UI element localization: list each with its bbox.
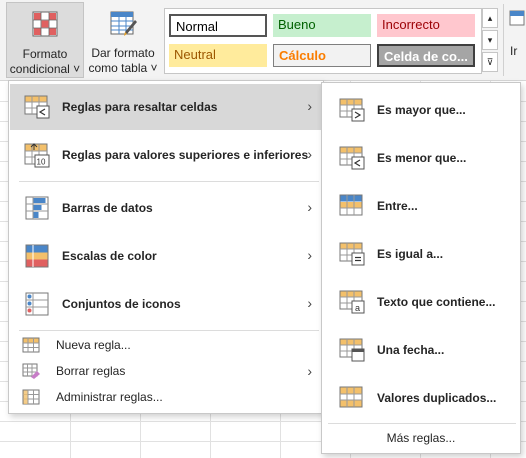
menu-item-label: Reglas para valores superiores e inferio… bbox=[62, 148, 309, 162]
date-occurring-icon bbox=[339, 338, 365, 362]
greater-than-icon bbox=[339, 98, 365, 122]
submenu-item-text-contains[interactable]: a Texto que contiene... bbox=[323, 279, 519, 325]
menu-item-top-bottom-rules[interactable]: 10 Reglas para valores superiores e infe… bbox=[10, 132, 322, 178]
submenu-item-duplicate-values[interactable]: Valores duplicados... bbox=[323, 375, 519, 421]
styles-scroll-up-button[interactable]: ▴ bbox=[482, 8, 498, 28]
style-celda-de-comprobacion[interactable]: Celda de co... bbox=[377, 44, 475, 67]
format-as-table-button[interactable]: Dar formato como tabla ˅ bbox=[86, 2, 160, 78]
top-bottom-rules-icon: 10 bbox=[24, 143, 50, 168]
submenu-arrow-icon: › bbox=[307, 363, 312, 379]
highlight-cells-rules-icon bbox=[24, 95, 50, 119]
menu-item-label: Escalas de color bbox=[62, 249, 157, 263]
menu-item-clear-rules[interactable]: Borrar reglas › bbox=[10, 359, 322, 383]
style-calculo[interactable]: Cálculo bbox=[273, 44, 371, 67]
highlight-cells-submenu: Es mayor que... Es menor que... Entre... bbox=[321, 82, 521, 454]
format-as-table-label-1: Dar formato bbox=[91, 46, 155, 60]
submenu-item-label: Texto que contiene... bbox=[377, 295, 496, 309]
duplicate-values-icon bbox=[339, 386, 363, 408]
submenu-item-label: Valores duplicados... bbox=[377, 391, 497, 405]
menu-separator bbox=[328, 423, 516, 424]
format-as-table-label-2: como tabla ˅ bbox=[88, 61, 158, 75]
between-icon bbox=[339, 194, 363, 216]
submenu-arrow-icon: › bbox=[307, 247, 312, 263]
data-bars-icon bbox=[25, 196, 49, 220]
conditional-format-menu: Reglas para resaltar celdas › 10 Reglas … bbox=[8, 80, 324, 414]
format-as-table-icon bbox=[110, 11, 137, 36]
svg-text:10: 10 bbox=[37, 158, 46, 167]
submenu-item-label: Una fecha... bbox=[377, 343, 445, 357]
submenu-item-label: Es menor que... bbox=[377, 151, 467, 165]
color-scales-icon bbox=[25, 244, 49, 268]
submenu-arrow-icon: › bbox=[307, 199, 312, 215]
submenu-item-greater-than[interactable]: Es mayor que... bbox=[323, 87, 519, 133]
menu-item-highlight-cells-rules[interactable]: Reglas para resaltar celdas › bbox=[10, 84, 322, 130]
insert-cells-icon bbox=[509, 10, 525, 26]
submenu-item-date-occurring[interactable]: Una fecha... bbox=[323, 327, 519, 373]
cell-styles-gallery: Normal Bueno Incorrecto Neutral Cálculo … bbox=[164, 8, 482, 74]
clear-rules-icon bbox=[22, 363, 40, 379]
more-rules-link[interactable]: Más reglas... bbox=[322, 431, 520, 445]
next-group-label: Ir bbox=[510, 44, 518, 58]
less-than-icon bbox=[339, 146, 365, 170]
menu-item-label: Administrar reglas... bbox=[56, 390, 163, 404]
menu-item-color-scales[interactable]: Escalas de color › bbox=[10, 233, 322, 279]
conditional-format-label-2: condicional ˅ bbox=[9, 62, 81, 76]
conditional-format-icon bbox=[32, 11, 58, 37]
submenu-item-label: Es igual a... bbox=[377, 247, 444, 261]
svg-text:a: a bbox=[355, 303, 360, 313]
style-incorrecto[interactable]: Incorrecto bbox=[377, 14, 475, 37]
ribbon: Formato condicional ˅ Dar formato como t… bbox=[0, 0, 526, 81]
menu-separator bbox=[19, 181, 319, 182]
styles-scroll: ▴ ▾ ⊽ bbox=[482, 8, 498, 72]
submenu-arrow-icon: › bbox=[307, 146, 312, 162]
menu-item-label: Nueva regla... bbox=[56, 338, 131, 352]
menu-item-label: Reglas para resaltar celdas bbox=[62, 100, 218, 114]
submenu-item-label: Entre... bbox=[377, 199, 418, 213]
submenu-arrow-icon: › bbox=[307, 295, 312, 311]
menu-item-manage-rules[interactable]: Administrar reglas... bbox=[10, 385, 322, 409]
equal-to-icon bbox=[339, 242, 365, 266]
submenu-arrow-icon: › bbox=[307, 98, 312, 114]
menu-item-label: Conjuntos de iconos bbox=[62, 297, 181, 311]
submenu-item-label: Es mayor que... bbox=[377, 103, 466, 117]
text-contains-icon: a bbox=[339, 290, 365, 314]
manage-rules-icon bbox=[22, 389, 40, 405]
menu-item-new-rule[interactable]: Nueva regla... bbox=[10, 333, 322, 357]
submenu-item-equal-to[interactable]: Es igual a... bbox=[323, 231, 519, 277]
style-neutral[interactable]: Neutral bbox=[169, 44, 267, 67]
new-rule-icon bbox=[22, 337, 40, 353]
styles-more-button[interactable]: ⊽ bbox=[482, 52, 498, 72]
menu-item-icon-sets[interactable]: Conjuntos de iconos › bbox=[10, 281, 322, 327]
conditional-format-button[interactable]: Formato condicional ˅ bbox=[6, 2, 84, 78]
menu-item-label: Barras de datos bbox=[62, 201, 153, 215]
style-normal[interactable]: Normal bbox=[169, 14, 267, 37]
menu-item-data-bars[interactable]: Barras de datos › bbox=[10, 185, 322, 231]
icon-sets-icon bbox=[25, 292, 49, 316]
next-group-button[interactable]: Ir bbox=[503, 4, 525, 76]
submenu-item-less-than[interactable]: Es menor que... bbox=[323, 135, 519, 181]
conditional-format-label-1: Formato bbox=[22, 47, 68, 61]
styles-scroll-down-button[interactable]: ▾ bbox=[482, 30, 498, 50]
submenu-item-between[interactable]: Entre... bbox=[323, 183, 519, 229]
menu-item-label: Borrar reglas bbox=[56, 364, 126, 378]
menu-separator bbox=[19, 330, 319, 331]
style-bueno[interactable]: Bueno bbox=[273, 14, 371, 37]
